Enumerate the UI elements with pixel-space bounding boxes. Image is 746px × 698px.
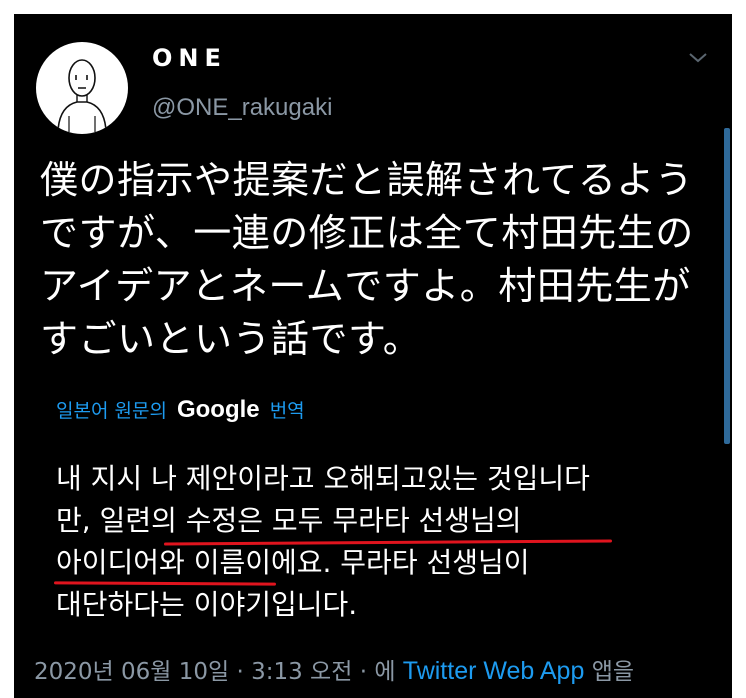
tweet-card: ONE @ONE_rakugaki 僕の指示や提案だと誤解されてるよう ですが、… <box>14 14 732 698</box>
translation-line: 대단하다는 이야기입니다. <box>56 588 358 621</box>
translation-line: 만, 일련의 수정은 모두 무라타 선생님의 <box>56 504 522 537</box>
display-name[interactable]: ONE <box>152 44 227 72</box>
tweet-metadata: 2020년 06월 10일 · 3:13 오전 · 에 Twitter Web … <box>34 652 634 686</box>
translation-line: 아이디어와 이름이에요. 무라타 선생님이 <box>56 546 530 579</box>
scrollbar[interactable] <box>724 128 730 444</box>
chevron-down-icon[interactable] <box>686 48 710 68</box>
translation-line: 내 지시 나 제안이라고 오해되고있는 것입니다 <box>56 462 590 495</box>
tweet-line: ですが、一連の修正は全て村田先生の <box>40 211 694 255</box>
tweet-line: アイデアとネームですよ。村田先生が <box>40 264 691 308</box>
tweet-text: 僕の指示や提案だと誤解されてるよう ですが、一連の修正は全て村田先生の アイデア… <box>40 154 710 366</box>
source-app-link[interactable]: Twitter Web App <box>403 657 585 685</box>
tweet-line: 僕の指示や提案だと誤解されてるよう <box>40 158 694 202</box>
person-sketch-icon <box>57 59 107 132</box>
avatar[interactable] <box>36 42 128 134</box>
tweet-line: すごいという話です。 <box>40 317 422 361</box>
user-handle[interactable]: @ONE_rakugaki <box>152 94 332 122</box>
timestamp[interactable]: 2020년 06월 10일 · 3:13 오전 · 에 <box>34 659 395 685</box>
translate-suffix: 번역 <box>269 400 305 422</box>
meta-suffix: 앱을 <box>591 659 635 685</box>
translate-prefix: 일본어 원문의 <box>56 400 167 422</box>
translate-link[interactable]: 일본어 원문의 Google 번역 <box>56 396 305 424</box>
google-logo: Google <box>176 396 260 423</box>
